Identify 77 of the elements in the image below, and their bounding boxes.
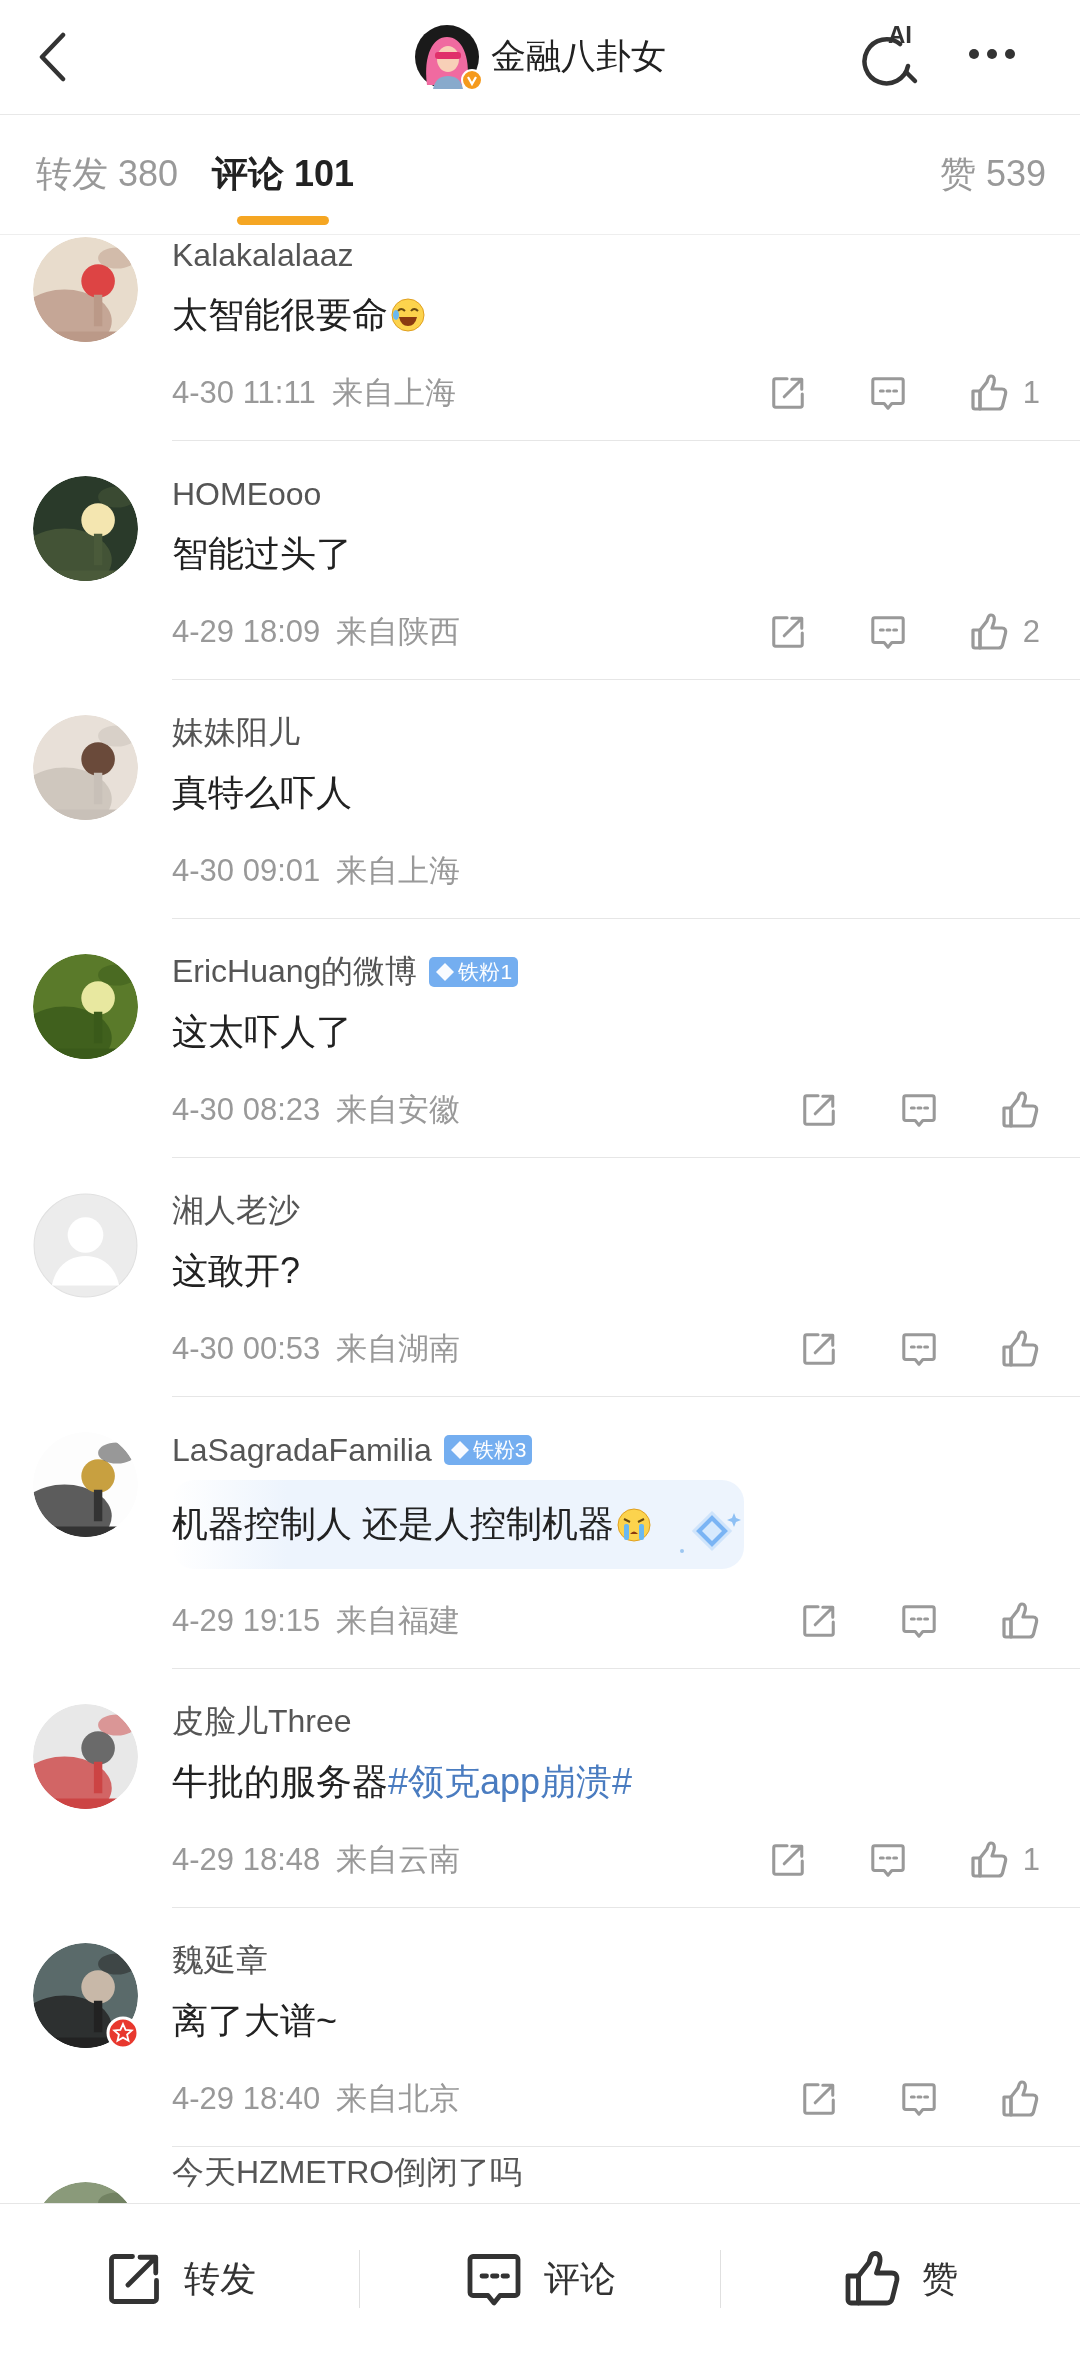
thumbs-up-icon [968,612,1009,652]
thumbs-up-icon [968,1840,1009,1880]
comment-icon [900,2080,938,2118]
comment-text: 真特么吓人 [172,770,353,815]
account-name: 金融八卦女 [490,35,666,77]
comment-text: 太智能很要命 [172,289,1050,341]
fan-level: 铁粉1 [458,959,513,985]
comment-icon [868,613,907,651]
user-name[interactable]: 湘人老沙 [172,1189,300,1233]
share-button[interactable] [800,1091,838,1129]
comment-icon [868,1841,907,1879]
like-button[interactable] [1000,1090,1040,1130]
user-name[interactable]: 魏延章 [172,1939,268,1983]
fan-level: 铁粉3 [472,1437,527,1463]
comment-button[interactable] [900,1091,938,1129]
comment-time: 4-29 18:09 [172,614,321,650]
comment-text: 这敢开? [172,1248,302,1293]
comment-button[interactable] [868,613,907,651]
share-icon [800,1330,838,1368]
comment-time: 4-30 09:01 [172,853,321,889]
comment-time: 4-30 00:53 [172,1331,321,1367]
comment-text: 离了大谱~ [172,1998,339,2043]
share-button[interactable]: 转发 [103,2249,256,2309]
comment-button[interactable] [868,374,907,412]
share-button[interactable] [800,2080,838,2118]
back-icon [37,32,67,82]
like-button[interactable] [1000,1329,1040,1369]
comment-location: 来自上海 [336,852,461,890]
comment-location: 来自北京 [336,2080,461,2118]
user-name[interactable]: Kalakalalaaz [172,236,354,274]
thumbs-up-icon [1000,1090,1040,1130]
like-button[interactable]: 赞 [842,2249,959,2309]
thumbs-up-icon [1000,1329,1040,1369]
comment-location: 来自福建 [336,1602,461,1640]
comment-icon [868,374,907,412]
comment-text: 这太吓人了 [172,1009,353,1054]
user-name[interactable]: 妹妹阳儿 [172,711,300,755]
tab[interactable]: 评论 101 [212,115,355,233]
comment-location: 来自陕西 [336,613,461,651]
comment-button[interactable] [900,1602,938,1640]
user-name[interactable]: EricHuang的微博 [172,950,418,994]
comment-time: 4-29 18:40 [172,2081,321,2117]
comment-time: 4-29 19:15 [172,1603,321,1639]
hashtag-link[interactable]: #领克app崩溃# [388,1757,633,1807]
comment-location: 来自安徽 [336,1091,461,1129]
like-button[interactable] [1000,2079,1040,2119]
comment-location: 来自云南 [336,1841,461,1879]
share-icon [800,1602,838,1640]
diamond-icon [449,1440,470,1460]
user-name[interactable]: 今天HZMETRO倒闭了吗 [172,2151,523,2195]
comment-text: 智能过头了 [172,531,353,576]
user-name[interactable]: 皮脸儿Three [172,1700,352,1744]
share-icon [800,1091,838,1129]
comment-icon [900,1330,938,1368]
thumbs-up-icon [1000,1601,1040,1641]
comment-button[interactable]: 评论 [464,2249,616,2309]
thumbs-up-icon [968,373,1009,413]
user-name[interactable]: HOMEooo [172,475,322,513]
comment-button[interactable] [900,1330,938,1368]
comment-text: 机器控制人 还是人控制机器 [172,1480,744,1569]
comment-time: 4-30 08:23 [172,1092,321,1128]
comment-time: 4-29 18:48 [172,1842,321,1878]
comment-location: 来自上海 [331,374,456,412]
share-icon [800,2080,838,2118]
comment-button[interactable] [900,2080,938,2118]
share-button[interactable] [800,1602,838,1640]
comment-location: 来自湖南 [336,1330,461,1368]
thumbs-up-icon [1000,2079,1040,2119]
comment-icon [900,1091,938,1129]
comment-text: 牛批的服务器#领克app崩溃# [172,1756,1050,1808]
comment-time: 4-30 11:11 [172,375,316,411]
comment-icon [900,1602,938,1640]
share-button[interactable] [800,1330,838,1368]
like-button[interactable] [1000,1601,1040,1641]
user-name[interactable]: LaSagradaFamilia [172,1431,432,1469]
diamond-icon [435,962,456,982]
comment-button[interactable] [868,1841,907,1879]
